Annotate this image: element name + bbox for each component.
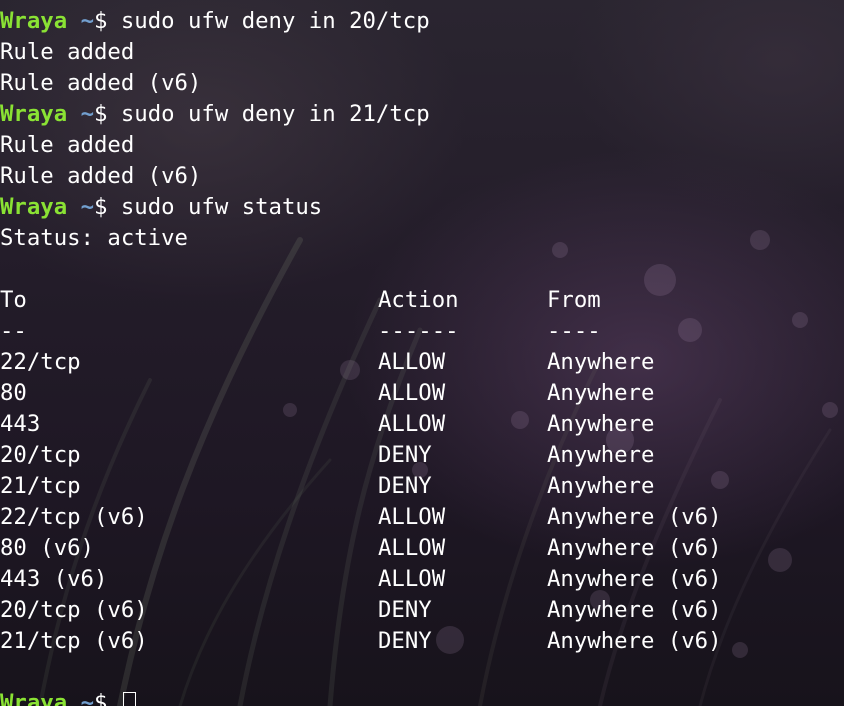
table-row: 443 (v6) ALLOW Anywhere (v6) [0,564,844,595]
command-text: sudo ufw deny in 21/tcp [120,101,430,127]
separator-action: ------ [378,318,459,344]
row-from: Anywhere (v6) [547,566,722,592]
command-line: Wraya ~$ sudo ufw status [0,192,844,223]
row-action: ALLOW [378,380,446,406]
row-from: Anywhere [547,349,655,375]
row-action: DENY [378,628,432,654]
row-action: ALLOW [378,349,446,375]
terminal-output: Wraya ~$ sudo ufw deny in 20/tcp Rule ad… [0,6,844,706]
prompt-path: ~ [80,194,94,220]
prompt-path: ~ [80,8,94,34]
row-to: 80 (v6) [0,535,94,561]
row-to: 21/tcp [0,473,81,499]
row-from: Anywhere [547,473,655,499]
row-action: ALLOW [378,411,446,437]
table-row: 22/tcp ALLOW Anywhere [0,347,844,378]
row-to: 20/tcp [0,442,81,468]
row-from: Anywhere (v6) [547,597,722,623]
prompt-symbol: $ [94,101,108,127]
table-row: 20/tcp DENY Anywhere [0,440,844,471]
row-to: 22/tcp [0,349,81,375]
row-to: 21/tcp (v6) [0,628,148,654]
row-action: DENY [378,473,432,499]
prompt-path: ~ [80,690,94,706]
table-header: To Action From [0,285,844,316]
prompt-symbol: $ [94,194,108,220]
table-row: 21/tcp DENY Anywhere [0,471,844,502]
prompt-user: Wraya [0,101,68,127]
status-line: Status: active [0,225,188,251]
prompt-symbol: $ [94,690,108,706]
row-from: Anywhere [547,442,655,468]
row-action: ALLOW [378,566,446,592]
command-line: Wraya ~$ sudo ufw deny in 20/tcp [0,6,844,37]
row-to: 80 [0,380,27,406]
row-action: DENY [378,442,432,468]
header-action: Action [378,287,459,313]
row-from: Anywhere [547,380,655,406]
header-from: From [547,287,601,313]
separator-to: -- [0,318,27,344]
active-prompt-line[interactable]: Wraya ~$ [0,688,844,706]
output-line: Rule added [0,132,135,158]
table-row: 80 (v6) ALLOW Anywhere (v6) [0,533,844,564]
output-line: Rule added [0,39,135,65]
table-row: 21/tcp (v6) DENY Anywhere (v6) [0,626,844,657]
prompt-user: Wraya [0,690,68,706]
row-to: 20/tcp (v6) [0,597,148,623]
row-from: Anywhere (v6) [547,535,722,561]
separator-from: ---- [547,318,601,344]
row-from: Anywhere (v6) [547,504,722,530]
prompt-user: Wraya [0,8,68,34]
output-line: Rule added (v6) [0,70,202,96]
row-action: ALLOW [378,504,446,530]
row-from: Anywhere [547,411,655,437]
prompt-symbol: $ [94,8,108,34]
row-action: ALLOW [378,535,446,561]
header-to: To [0,287,27,313]
output-line: Rule added (v6) [0,163,202,189]
command-text: sudo ufw status [120,194,323,220]
table-row: 80 ALLOW Anywhere [0,378,844,409]
prompt-user: Wraya [0,194,68,220]
command-line: Wraya ~$ sudo ufw deny in 21/tcp [0,99,844,130]
table-separator: -- ------ ---- [0,316,844,347]
table-row: 20/tcp (v6) DENY Anywhere (v6) [0,595,844,626]
table-row: 443 ALLOW Anywhere [0,409,844,440]
row-from: Anywhere (v6) [547,628,722,654]
command-text: sudo ufw deny in 20/tcp [120,8,430,34]
row-to: 443 (v6) [0,566,108,592]
row-to: 22/tcp (v6) [0,504,148,530]
prompt-path: ~ [80,101,94,127]
text-cursor[interactable] [122,692,136,706]
row-action: DENY [378,597,432,623]
row-to: 443 [0,411,41,437]
table-row: 22/tcp (v6) ALLOW Anywhere (v6) [0,502,844,533]
